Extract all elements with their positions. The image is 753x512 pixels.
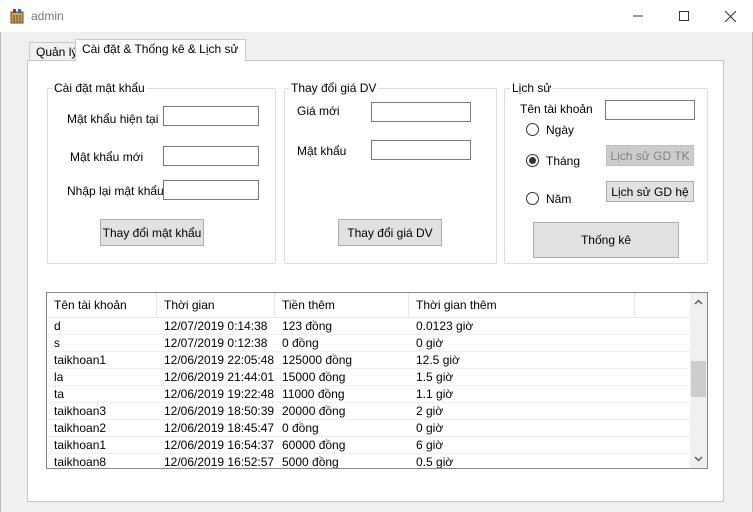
title-bar: admin [0,0,753,32]
cell-added-time: 2 giờ [416,404,444,418]
new-price-field[interactable] [371,102,471,122]
account-name-label: Tên tài khoản [520,102,593,116]
current-password-field[interactable] [163,106,259,126]
cell-time: 12/06/2019 18:50:39 [164,404,275,418]
change-password-button[interactable]: Thay đổi mật khẩu [100,219,204,246]
statistics-button[interactable]: Thống kê [533,222,679,258]
cell-time: 12/06/2019 18:45:47 [164,421,275,435]
radio-day[interactable] [526,123,539,136]
column-header-account[interactable]: Tên tài khoản [47,293,157,318]
cell-account: s [54,336,60,350]
cell-account: taikhoan1 [54,353,107,367]
cell-amount: 5000 đồng [282,455,339,469]
cell-account: d [54,319,61,333]
history-group-legend: Lịch sử [510,81,554,95]
scrollbar-thumb[interactable] [691,361,706,397]
price-group-legend: Thay đổi giá DV [289,81,379,95]
cell-amount: 60000 đồng [282,438,346,452]
cell-time: 12/07/2019 0:14:38 [164,319,268,333]
cell-amount: 0 đồng [282,421,319,435]
current-password-label: Mật khẩu hiện tại [67,112,159,126]
cell-account: la [54,370,64,384]
column-header-added-time[interactable]: Thời gian thêm [409,293,635,318]
account-history-button[interactable]: Lịch sử GD TK [606,145,694,166]
minimize-icon [633,15,643,17]
cell-added-time: 0 giờ [416,336,444,350]
radio-month[interactable] [526,154,539,167]
radio-year[interactable] [526,192,539,205]
cell-amount: 0 đồng [282,336,319,350]
account-name-field[interactable] [605,100,695,120]
table-row[interactable]: d 12/07/2019 0:14:38 123 đồng 0.0123 giờ [47,318,690,335]
table-scrollbar[interactable] [690,293,707,468]
new-password-label: Mật khẩu mới [70,150,144,164]
cell-added-time: 0 giờ [416,421,444,435]
password-group-legend: Cài đặt mật khẩu [52,81,147,95]
cell-added-time: 1.1 giờ [416,387,454,401]
app-icon [10,9,24,24]
table-header: Tên tài khoản Thời gian Tiền thêm Thời g… [47,293,690,318]
cell-time: 12/06/2019 16:52:57 [164,455,275,469]
cell-time: 12/06/2019 21:44:01 [164,370,275,384]
cell-added-time: 12.5 giờ [416,353,460,367]
cell-amount: 20000 đồng [282,404,346,418]
scroll-up-icon[interactable] [694,299,703,305]
cell-account: taikhoan8 [54,455,107,469]
history-table[interactable]: Tên tài khoản Thời gian Tiền thêm Thời g… [46,292,708,469]
cell-amount: 11000 đồng [282,387,345,401]
price-password-field[interactable] [371,140,471,160]
cell-account: taikhoan2 [54,421,107,435]
radio-year-label: Năm [546,192,572,206]
confirm-password-field[interactable] [163,180,259,200]
table-row[interactable]: taikhoan2 12/06/2019 18:45:47 0 đồng 0 giờ [47,420,690,437]
change-price-button[interactable]: Thay đổi giá DV [338,219,442,246]
close-icon [724,10,736,22]
column-header-amount[interactable]: Tiền thêm [275,293,409,318]
close-button[interactable] [707,0,753,32]
window-title: admin [31,9,64,23]
cell-time: 12/07/2019 0:12:38 [164,336,268,350]
table-row[interactable]: taikhoan3 12/06/2019 18:50:39 20000 đồng 2 … [47,403,690,420]
cell-account: taikhoan1 [54,438,107,452]
table-row[interactable]: taikhoan8 12/06/2019 16:52:57 5000 đồng 0.5… [47,454,690,469]
cell-time: 12/06/2019 22:05:48 [164,353,275,367]
table-row[interactable]: taikhoan1 12/06/2019 16:54:37 60000 đồng 6 … [47,437,690,454]
radio-day-label: Ngày [546,123,575,137]
table-row[interactable]: ta 12/06/2019 19:22:48 11000 đồng 1.1 giờ [47,386,690,403]
table-row[interactable]: la 12/06/2019 21:44:01 15000 đồng 1.5 giờ [47,369,690,386]
cell-added-time: 0.0123 giờ [416,319,474,333]
price-password-label: Mật khẩu [297,144,347,158]
cell-added-time: 1.5 giờ [416,370,454,384]
new-password-field[interactable] [163,146,259,166]
cell-added-time: 0.5 giờ [416,455,454,469]
system-history-button[interactable]: Lịch sử GD hệ [606,181,694,202]
confirm-password-label: Nhập lại mật khẩu [67,184,164,198]
cell-amount: 123 đồng [282,319,333,333]
tab-settings-stats-history[interactable]: Cài đặt & Thống kê & Lịch sử [75,39,246,61]
cell-account: ta [54,387,65,401]
table-row[interactable]: s 12/07/2019 0:12:38 0 đồng 0 giờ [47,335,690,352]
column-header-time[interactable]: Thời gian [157,293,275,318]
cell-added-time: 6 giờ [416,438,444,452]
radio-month-label: Tháng [546,154,581,168]
maximize-icon [679,11,689,21]
cell-amount: 15000 đồng [282,370,346,384]
table-row[interactable]: taikhoan1 12/06/2019 22:05:48 125000 đồng 1… [47,352,690,369]
cell-time: 12/06/2019 19:22:48 [164,387,275,401]
minimize-button[interactable] [615,0,661,32]
cell-account: taikhoan3 [54,404,107,418]
scroll-down-icon[interactable] [694,456,703,462]
cell-time: 12/06/2019 16:54:37 [164,438,275,452]
maximize-button[interactable] [661,0,707,32]
new-price-label: Giá mới [297,104,340,118]
cell-amount: 125000 đồng [282,353,353,367]
